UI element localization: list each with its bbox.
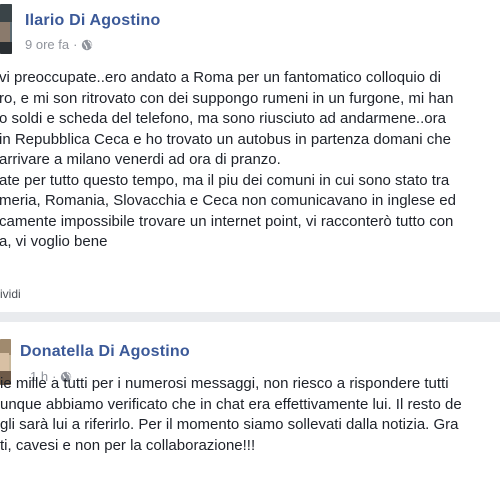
author-name[interactable]: Donatella Di Agostino: [20, 343, 190, 361]
post-text-line: ie mille a tutti per i numerosi messaggi…: [0, 375, 449, 392]
post-text: ie mille a tutti per i numerosi messaggi…: [0, 374, 462, 456]
post-text-line: ate per tutto questo tempo, ma il piu de…: [0, 171, 450, 189]
share-link[interactable]: ividi: [0, 287, 21, 301]
post-text-line: vi preoccupate..ero andato a Roma per un…: [0, 69, 441, 86]
post-text-line: a, vi voglio bene: [0, 233, 108, 250]
globe-icon[interactable]: [81, 39, 93, 51]
post-text-line: camente impossibile trovare un internet …: [0, 212, 454, 230]
post-text-line: ti, cavesi e non per la collaborazione!!…: [0, 436, 256, 454]
post-text-line: ro, e mi son ritrovato con dei suppongo …: [0, 89, 454, 107]
avatar[interactable]: [0, 4, 12, 54]
post-ilario: Ilario Di Agostino 9 ore fa · vi preoccu…: [0, 0, 500, 312]
post-text-line: o soldi e scheda del telefono, ma sono r…: [0, 110, 446, 127]
post-donatella: Donatella Di Agostino 1 h · ie mille a t…: [0, 322, 500, 500]
meta-separator: ·: [73, 37, 78, 52]
post-text-line: meria, Romania, Slovacchia e Ceca non co…: [0, 192, 456, 209]
post-text: vi preoccupate..ero andato a Roma per un…: [0, 68, 456, 253]
post-text-line: in Repubblica Ceca e ho trovato un autob…: [0, 130, 451, 148]
post-time[interactable]: 9 ore fa: [25, 37, 69, 52]
author-name[interactable]: Ilario Di Agostino: [25, 12, 160, 30]
post-text-line: gli sarà lui a riferirlo. Per il momento…: [0, 416, 459, 433]
post-text-line: arrivare a milano venerdi ad ora di pran…: [0, 151, 281, 168]
post-meta: 9 ore fa ·: [25, 37, 93, 52]
post-text-line: unque abbiamo verificato che in chat era…: [0, 395, 462, 413]
